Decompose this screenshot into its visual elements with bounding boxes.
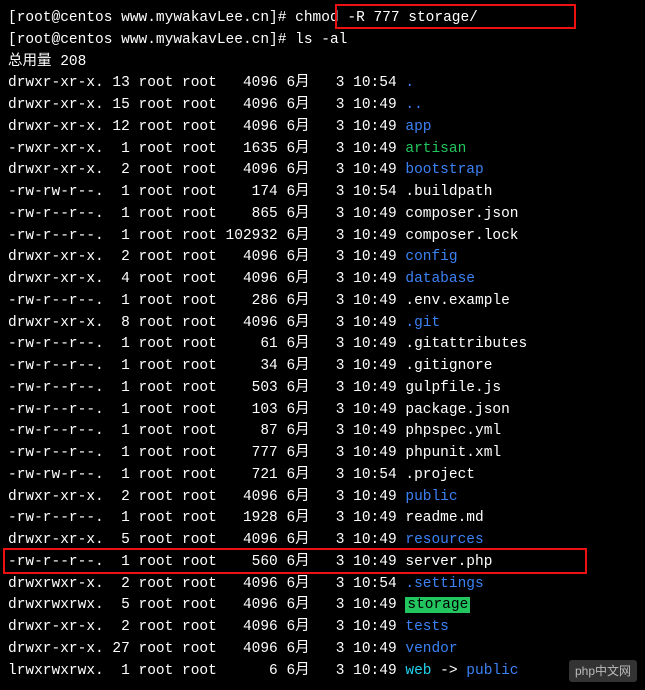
terminal-line: -rw-r--r--. 1 root root 503 6月 3 10:49 g… [8,378,637,400]
terminal-line: drwxr-xr-x. 12 root root 4096 6月 3 10:49… [8,117,637,139]
symlink-name: web [405,663,431,679]
file-meta: -rw-r--r--. 1 root root 102932 6月 3 10:4… [8,228,405,244]
terminal-line: -rw-rw-r--. 1 root root 174 6月 3 10:54 .… [8,182,637,204]
file-meta: -rw-rw-r--. 1 root root 721 6月 3 10:54 [8,467,405,483]
file-name: database [405,271,475,287]
terminal-line: drwxr-xr-x. 4 root root 4096 6月 3 10:49 … [8,269,637,291]
file-name: .gitignore [405,358,492,374]
file-name: app [405,119,431,135]
file-meta: drwxr-xr-x. 2 root root 4096 6月 3 10:49 [8,249,405,265]
terminal-line: -rw-r--r--. 1 root root 34 6月 3 10:49 .g… [8,356,637,378]
file-name: tests [405,619,449,635]
file-name: server.php [405,554,492,570]
file-name: .env.example [405,293,509,309]
file-meta: drwxr-xr-x. 2 root root 4096 6月 3 10:49 [8,489,405,505]
terminal-line: drwxr-xr-x. 8 root root 4096 6月 3 10:49 … [8,313,637,335]
file-meta: drwxrwxrwx. 5 root root 4096 6月 3 10:49 [8,597,405,613]
terminal-line: -rw-r--r--. 1 root root 1928 6月 3 10:49 … [8,508,637,530]
file-name: .project [405,467,475,483]
file-name: config [405,249,457,265]
file-meta: -rw-r--r--. 1 root root 286 6月 3 10:49 [8,293,405,309]
terminal-line: -rw-r--r--. 1 root root 87 6月 3 10:49 ph… [8,421,637,443]
file-name: composer.lock [405,228,518,244]
file-meta: drwxr-xr-x. 8 root root 4096 6月 3 10:49 [8,315,405,331]
file-meta: drwxr-xr-x. 5 root root 4096 6月 3 10:49 [8,532,405,548]
file-name: resources [405,532,483,548]
file-meta: -rwxr-xr-x. 1 root root 1635 6月 3 10:49 [8,141,405,157]
terminal-line: -rw-r--r--. 1 root root 777 6月 3 10:49 p… [8,443,637,465]
file-meta: -rw-r--r--. 1 root root 503 6月 3 10:49 [8,380,405,396]
terminal-line: -rw-r--r--. 1 root root 865 6月 3 10:49 c… [8,204,637,226]
file-name: phpunit.xml [405,445,501,461]
symlink-arrow: -> [431,663,466,679]
terminal-line: drwxr-xr-x. 2 root root 4096 6月 3 10:49 … [8,247,637,269]
terminal-line: 总用量 208 [8,52,637,74]
file-name: .. [405,97,422,113]
file-meta: drwxr-xr-x. 13 root root 4096 6月 3 10:54 [8,75,405,91]
file-name: gulpfile.js [405,380,501,396]
shell-prompt: [root@centos www.mywakavLee.cn]# [8,10,295,26]
file-meta: -rw-r--r--. 1 root root 777 6月 3 10:49 [8,445,405,461]
file-meta: drwxr-xr-x. 2 root root 4096 6月 3 10:49 [8,619,405,635]
terminal-line: drwxrwxrwx. 5 root root 4096 6月 3 10:49 … [8,595,637,617]
file-meta: -rw-r--r--. 1 root root 61 6月 3 10:49 [8,336,405,352]
terminal-line: -rw-r--r--. 1 root root 61 6月 3 10:49 .g… [8,334,637,356]
terminal-line: drwxr-xr-x. 27 root root 4096 6月 3 10:49… [8,639,637,661]
file-meta: -rw-r--r--. 1 root root 103 6月 3 10:49 [8,402,405,418]
symlink-target: public [466,663,518,679]
file-name: bootstrap [405,162,483,178]
terminal-line: lrwxrwxrwx. 1 root root 6 6月 3 10:49 web… [8,661,637,683]
file-name: phpspec.yml [405,423,501,439]
file-meta: drwxr-xr-x. 2 root root 4096 6月 3 10:49 [8,162,405,178]
file-name: .git [405,315,440,331]
terminal-line: -rw-r--r--. 1 root root 286 6月 3 10:49 .… [8,291,637,313]
file-name: readme.md [405,510,483,526]
terminal-line: drwxr-xr-x. 2 root root 4096 6月 3 10:49 … [8,487,637,509]
terminal-line: -rw-r--r--. 1 root root 560 6月 3 10:49 s… [8,552,637,574]
watermark-badge: php中文网 [569,660,637,682]
terminal-line: drwxr-xr-x. 2 root root 4096 6月 3 10:49 … [8,617,637,639]
file-meta: -rw-r--r--. 1 root root 34 6月 3 10:49 [8,358,405,374]
terminal-line: [root@centos www.mywakavLee.cn]# chmod -… [8,8,637,30]
file-meta: lrwxrwxrwx. 1 root root 6 6月 3 10:49 [8,663,405,679]
terminal-line: drwxr-xr-x. 13 root root 4096 6月 3 10:54… [8,73,637,95]
shell-prompt: [root@centos www.mywakavLee.cn]# [8,32,295,48]
terminal-line: -rw-r--r--. 1 root root 103 6月 3 10:49 p… [8,400,637,422]
file-name: public [405,489,457,505]
file-name: .buildpath [405,184,492,200]
file-meta: -rw-rw-r--. 1 root root 174 6月 3 10:54 [8,184,405,200]
terminal-line: -rw-r--r--. 1 root root 102932 6月 3 10:4… [8,226,637,248]
terminal-line: drwxrwxr-x. 2 root root 4096 6月 3 10:54 … [8,574,637,596]
file-name: .settings [405,576,483,592]
terminal-line: [root@centos www.mywakavLee.cn]# ls -al [8,30,637,52]
file-meta: drwxr-xr-x. 15 root root 4096 6月 3 10:49 [8,97,405,113]
file-meta: -rw-r--r--. 1 root root 865 6月 3 10:49 [8,206,405,222]
file-meta: drwxr-xr-x. 4 root root 4096 6月 3 10:49 [8,271,405,287]
terminal-line: drwxr-xr-x. 2 root root 4096 6月 3 10:49 … [8,160,637,182]
terminal-line: drwxr-xr-x. 5 root root 4096 6月 3 10:49 … [8,530,637,552]
terminal-line: drwxr-xr-x. 15 root root 4096 6月 3 10:49… [8,95,637,117]
terminal-line: -rwxr-xr-x. 1 root root 1635 6月 3 10:49 … [8,139,637,161]
file-meta: -rw-r--r--. 1 root root 560 6月 3 10:49 [8,554,405,570]
file-name: artisan [405,141,466,157]
command-text: ls -al [295,32,347,48]
terminal-output: [root@centos www.mywakavLee.cn]# chmod -… [8,8,637,682]
file-meta: -rw-r--r--. 1 root root 87 6月 3 10:49 [8,423,405,439]
file-name: package.json [405,402,509,418]
file-meta: drwxr-xr-x. 12 root root 4096 6月 3 10:49 [8,119,405,135]
command-text: chmod -R 777 storage/ [295,10,478,26]
total-line: 总用量 208 [8,54,86,70]
file-name: . [405,75,414,91]
file-meta: -rw-r--r--. 1 root root 1928 6月 3 10:49 [8,510,405,526]
terminal-line: -rw-rw-r--. 1 root root 721 6月 3 10:54 .… [8,465,637,487]
file-name: composer.json [405,206,518,222]
file-name: storage [405,597,470,613]
file-name: .gitattributes [405,336,527,352]
file-name: vendor [405,641,457,657]
file-meta: drwxrwxr-x. 2 root root 4096 6月 3 10:54 [8,576,405,592]
file-meta: drwxr-xr-x. 27 root root 4096 6月 3 10:49 [8,641,405,657]
